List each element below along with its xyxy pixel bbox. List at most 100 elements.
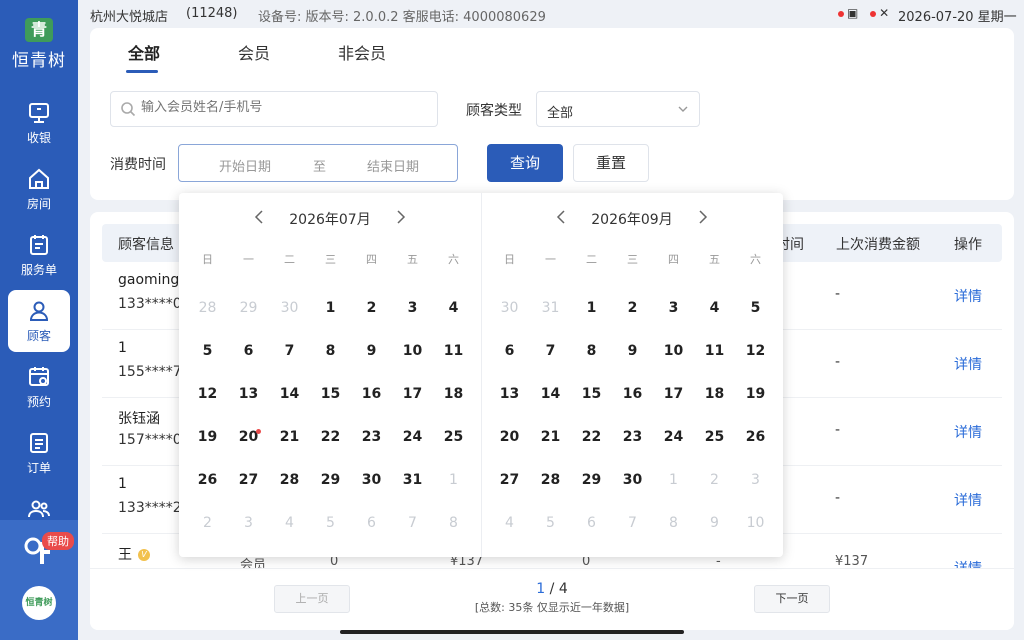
calendar-day[interactable]: 27 (489, 465, 530, 495)
calendar-day[interactable]: 26 (187, 465, 228, 495)
calendar-day[interactable]: 3 (653, 293, 694, 323)
avatar[interactable]: 恒青树 (22, 586, 56, 620)
calendar-day-outside[interactable]: 9 (694, 508, 735, 538)
date-range-picker[interactable]: 开始日期 至 结束日期 (178, 144, 458, 182)
calendar-day[interactable]: 11 (433, 336, 474, 366)
sidebar-item-service-order[interactable]: 服务单 (8, 224, 70, 286)
help-badge[interactable]: 帮助 (42, 532, 74, 550)
calendar-day-outside[interactable]: 7 (392, 508, 433, 538)
calendar-day-outside[interactable]: 3 (228, 508, 269, 538)
calendar-day[interactable]: 17 (653, 379, 694, 409)
tab-all[interactable]: 全部 (128, 40, 160, 64)
calendar-day-outside[interactable]: 8 (653, 508, 694, 538)
start-date-input[interactable]: 开始日期 (219, 156, 271, 175)
calendar-day[interactable]: 30 (612, 465, 653, 495)
sidebar-item-appointment[interactable]: 预约 (8, 356, 70, 418)
calendar-day[interactable]: 13 (489, 379, 530, 409)
calendar-day[interactable]: 23 (351, 422, 392, 452)
calendar-day[interactable]: 8 (310, 336, 351, 366)
calendar-day[interactable]: 10 (392, 336, 433, 366)
calendar-day-outside[interactable]: 6 (351, 508, 392, 538)
calendar-day[interactable]: 5 (187, 336, 228, 366)
calendar-day-outside[interactable]: 29 (228, 293, 269, 323)
calendar-day[interactable]: 16 (612, 379, 653, 409)
detail-link[interactable]: 详情 (954, 490, 982, 510)
calendar-day-outside[interactable]: 5 (310, 508, 351, 538)
tab-non-member[interactable]: 非会员 (338, 40, 386, 64)
calendar-day-outside[interactable]: 4 (489, 508, 530, 538)
calendar-day[interactable]: 1 (310, 293, 351, 323)
reset-button[interactable]: 重置 (573, 144, 649, 182)
calendar-day[interactable]: 18 (433, 379, 474, 409)
calendar-day[interactable]: 14 (269, 379, 310, 409)
sidebar-item-cashier[interactable]: 收银 (8, 92, 70, 154)
sidebar-item-customer[interactable]: 顾客 (8, 290, 70, 352)
calendar-day-outside[interactable]: 4 (269, 508, 310, 538)
calendar-day[interactable]: 23 (612, 422, 653, 452)
calendar-day-outside[interactable]: 6 (571, 508, 612, 538)
calendar-day-outside[interactable]: 1 (653, 465, 694, 495)
detail-link[interactable]: 详情 (954, 422, 982, 442)
calendar-day[interactable]: 16 (351, 379, 392, 409)
calendar-day-outside[interactable]: 5 (530, 508, 571, 538)
calendar-day[interactable]: 4 (694, 293, 735, 323)
calendar-day[interactable]: 26 (735, 422, 776, 452)
calendar-day[interactable]: 21 (530, 422, 571, 452)
next-month-icon[interactable] (695, 209, 709, 225)
detail-link[interactable]: 详情 (954, 286, 982, 306)
calendar-day[interactable]: 1 (571, 293, 612, 323)
calendar-day-outside[interactable]: 30 (269, 293, 310, 323)
detail-link[interactable]: 详情 (954, 354, 982, 374)
calendar-day[interactable]: 28 (269, 465, 310, 495)
calendar-day-outside[interactable]: 7 (612, 508, 653, 538)
calendar-day[interactable]: 14 (530, 379, 571, 409)
calendar-day-outside[interactable]: 31 (530, 293, 571, 323)
calendar-day[interactable]: 29 (310, 465, 351, 495)
calendar-day[interactable]: 27 (228, 465, 269, 495)
calendar-day-outside[interactable]: 10 (735, 508, 776, 538)
calendar-day[interactable]: 22 (310, 422, 351, 452)
calendar-day-outside[interactable]: 1 (433, 465, 474, 495)
prev-page-button[interactable]: 上一页 (274, 585, 350, 613)
calendar-day[interactable]: 11 (694, 336, 735, 366)
calendar-day[interactable]: 15 (571, 379, 612, 409)
calendar-day[interactable]: 13 (228, 379, 269, 409)
next-page-button[interactable]: 下一页 (754, 585, 830, 613)
calendar-day[interactable]: 29 (571, 465, 612, 495)
calendar-day[interactable]: 31 (392, 465, 433, 495)
calendar-day[interactable]: 20 (228, 422, 269, 452)
calendar-day[interactable]: 25 (433, 422, 474, 452)
calendar-day[interactable]: 15 (310, 379, 351, 409)
calendar-day[interactable]: 30 (351, 465, 392, 495)
tab-member[interactable]: 会员 (238, 40, 270, 64)
calendar-day-outside[interactable]: 28 (187, 293, 228, 323)
calendar-day-outside[interactable]: 8 (433, 508, 474, 538)
calendar-day[interactable]: 9 (612, 336, 653, 366)
calendar-day[interactable]: 5 (735, 293, 776, 323)
calendar-day[interactable]: 25 (694, 422, 735, 452)
customer-type-select[interactable]: 全部 (536, 91, 700, 127)
calendar-day[interactable]: 2 (351, 293, 392, 323)
query-button[interactable]: 查询 (487, 144, 563, 182)
calendar-day[interactable]: 19 (735, 379, 776, 409)
calendar-day[interactable]: 22 (571, 422, 612, 452)
calendar-day[interactable]: 19 (187, 422, 228, 452)
sidebar-item-room[interactable]: 房间 (8, 158, 70, 220)
search-input[interactable] (141, 100, 431, 115)
next-month-icon[interactable] (393, 209, 407, 225)
calendar-day-outside[interactable]: 2 (187, 508, 228, 538)
calendar-day[interactable]: 28 (530, 465, 571, 495)
search-box[interactable] (110, 91, 438, 127)
calendar-day[interactable]: 4 (433, 293, 474, 323)
calendar-day-outside[interactable]: 3 (735, 465, 776, 495)
calendar-day[interactable]: 17 (392, 379, 433, 409)
calendar-day[interactable]: 21 (269, 422, 310, 452)
calendar-day[interactable]: 7 (269, 336, 310, 366)
calendar-day[interactable]: 3 (392, 293, 433, 323)
calendar-day[interactable]: 9 (351, 336, 392, 366)
calendar-day[interactable]: 2 (612, 293, 653, 323)
calendar-day[interactable]: 12 (187, 379, 228, 409)
calendar-day[interactable]: 8 (571, 336, 612, 366)
calendar-day-outside[interactable]: 30 (489, 293, 530, 323)
calendar-day[interactable]: 10 (653, 336, 694, 366)
